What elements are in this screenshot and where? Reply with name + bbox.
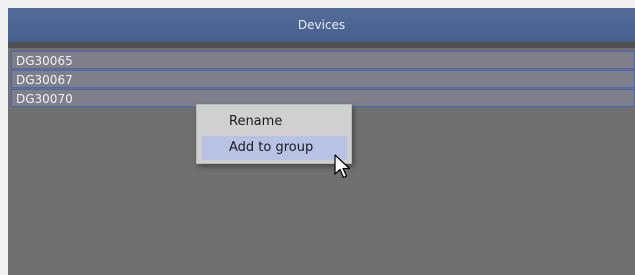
menu-item-label: Rename [229,114,283,129]
device-label: DG30065 [16,54,73,68]
mouse-pointer-icon [334,154,351,179]
menu-item-label: Add to group [229,140,314,155]
context-menu: Rename Add to group [196,104,352,164]
device-label: DG30067 [16,73,73,87]
device-row-dg30065[interactable]: DG30065 [11,51,635,69]
menu-item-add-to-group[interactable]: Add to group [202,136,347,160]
menu-item-rename[interactable]: Rename [202,110,347,134]
device-row-dg30067[interactable]: DG30067 [11,70,635,88]
header-divider [8,42,635,48]
device-label: DG30070 [16,92,73,106]
devices-header: Devices [8,8,635,42]
devices-title: Devices [297,18,346,32]
device-list: DG30065 DG30067 DG30070 [11,51,635,108]
